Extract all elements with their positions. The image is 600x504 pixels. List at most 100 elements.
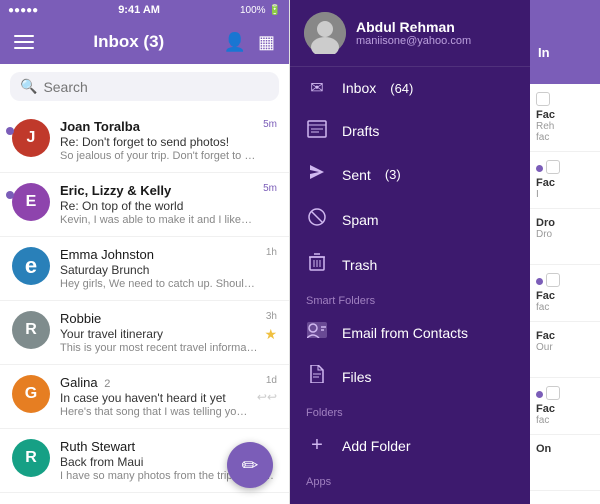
right-item-1[interactable]: Fac Reh fac bbox=[530, 84, 600, 152]
battery-label: 100% bbox=[240, 5, 266, 16]
right-item-name: Dro bbox=[536, 217, 594, 229]
drawer-item-label: Sent bbox=[342, 167, 371, 183]
email-subject: Re: Don't forget to send photos! bbox=[60, 135, 257, 149]
email-preview: Here's that song that I was telling you … bbox=[60, 406, 251, 418]
email-sender: Galina 2 bbox=[60, 375, 251, 390]
right-item-name: Fac bbox=[536, 403, 594, 415]
drawer-item-add-folder[interactable]: + Add Folder bbox=[290, 423, 530, 468]
drawer-item-count: (64) bbox=[390, 81, 413, 96]
inbox-title: Inbox (3) bbox=[93, 32, 164, 52]
email-content: Joan Toralba Re: Don't forget to send ph… bbox=[60, 119, 257, 162]
files-icon bbox=[306, 365, 328, 388]
status-time: 9:41 AM bbox=[118, 4, 160, 16]
drawer-item-count: (3) bbox=[385, 167, 401, 182]
email-item-4[interactable]: R Robbie Your travel itinerary This is y… bbox=[0, 301, 289, 365]
right-item-7[interactable]: On bbox=[530, 435, 600, 491]
email-item-2[interactable]: E Eric, Lizzy & Kelly Re: On top of the … bbox=[0, 173, 289, 237]
email-meta: 1h bbox=[266, 247, 277, 258]
spam-icon bbox=[306, 208, 328, 231]
trash-icon bbox=[306, 253, 328, 276]
edit-icon[interactable]: ▦ bbox=[258, 32, 275, 53]
drawer-item-label: Trash bbox=[342, 257, 377, 273]
drawer-item-messenger[interactable]: 😊 Messenger bbox=[290, 492, 530, 504]
battery-icon: 🔋 bbox=[269, 5, 281, 16]
right-item-4[interactable]: Fac fac bbox=[530, 265, 600, 322]
right-item-name: Fac bbox=[536, 109, 594, 121]
right-item-name: Fac bbox=[536, 177, 594, 189]
menu-button[interactable] bbox=[14, 35, 34, 49]
unread-dot bbox=[6, 127, 14, 135]
unread-dot bbox=[536, 391, 543, 398]
drawer-item-drafts[interactable]: Drafts bbox=[290, 109, 530, 152]
avatar-image bbox=[304, 12, 346, 54]
email-item-1[interactable]: J Joan Toralba Re: Don't forget to send … bbox=[0, 109, 289, 173]
drawer-item-inbox[interactable]: ✉ Inbox (64) bbox=[290, 67, 530, 109]
email-meta: 3h ★ bbox=[264, 311, 277, 343]
inbox-header: Inbox (3) 👤 ▦ bbox=[0, 20, 289, 64]
right-item-name: Fac bbox=[536, 330, 594, 342]
drawer-item-label: Spam bbox=[342, 212, 379, 228]
compose-button[interactable]: ✏ bbox=[227, 442, 273, 488]
drawer-item-label: Files bbox=[342, 369, 372, 385]
compose-icon: ✏ bbox=[242, 453, 259, 478]
email-content: Robbie Your travel itinerary This is you… bbox=[60, 311, 258, 354]
unread-dot bbox=[536, 278, 543, 285]
drawer-user-name: Abdul Rehman bbox=[356, 19, 471, 35]
drawer-header: Abdul Rehman maniisone@yahoo.com bbox=[290, 0, 530, 67]
email-sender: Joan Toralba bbox=[60, 119, 257, 134]
right-header: In bbox=[530, 20, 600, 84]
right-checkbox[interactable] bbox=[546, 160, 560, 174]
sent-icon bbox=[306, 163, 328, 186]
right-checkbox[interactable] bbox=[546, 273, 560, 287]
right-checkbox[interactable] bbox=[546, 386, 560, 400]
email-content: Eric, Lizzy & Kelly Re: On top of the wo… bbox=[60, 183, 257, 226]
right-item-2[interactable]: Fac I bbox=[530, 152, 600, 209]
right-status-bar bbox=[530, 0, 600, 20]
drawer-user-email: maniisone@yahoo.com bbox=[356, 35, 471, 47]
email-item-5[interactable]: G Galina 2 In case you haven't heard it … bbox=[0, 365, 289, 429]
email-time: 5m bbox=[263, 183, 277, 194]
drawer-item-email-from-contacts[interactable]: Email from Contacts bbox=[290, 311, 530, 354]
right-item-6[interactable]: Fac fac bbox=[530, 378, 600, 435]
email-subject: Saturday Brunch bbox=[60, 263, 260, 277]
email-time: 3h bbox=[266, 311, 277, 322]
email-content: Emma Johnston Saturday Brunch Hey girls,… bbox=[60, 247, 260, 290]
drawer-item-trash[interactable]: Trash bbox=[290, 242, 530, 287]
drawer-item-spam[interactable]: Spam bbox=[290, 197, 530, 242]
account-icon[interactable]: 👤 bbox=[224, 32, 246, 53]
right-item-3[interactable]: Dro Dro bbox=[530, 209, 600, 265]
right-item-preview: fac bbox=[536, 302, 594, 313]
email-time: 1d bbox=[266, 375, 277, 386]
drawer-panel: Abdul Rehman maniisone@yahoo.com ✉ Inbox… bbox=[290, 0, 530, 504]
search-bar: 🔍 bbox=[10, 72, 279, 101]
email-time: 1h bbox=[266, 247, 277, 258]
unread-dot bbox=[6, 191, 14, 199]
email-meta: 1d ↩↩ bbox=[257, 375, 277, 404]
drawer-item-sent[interactable]: Sent (3) bbox=[290, 152, 530, 197]
avatar: e bbox=[12, 247, 50, 285]
email-subject: Re: On top of the world bbox=[60, 199, 257, 213]
email-subject: In case you haven't heard it yet bbox=[60, 391, 251, 405]
reply-icon: ↩↩ bbox=[257, 390, 277, 404]
drawer-item-label: Email from Contacts bbox=[342, 325, 468, 341]
drawer-item-files[interactable]: Files bbox=[290, 354, 530, 399]
search-input[interactable] bbox=[43, 79, 269, 95]
header-icons: 👤 ▦ bbox=[224, 32, 275, 53]
inbox-icon: ✉ bbox=[306, 78, 328, 98]
right-header-text: In bbox=[538, 45, 550, 60]
email-subject: Your travel itinerary bbox=[60, 327, 258, 341]
email-sender: Robbie bbox=[60, 311, 258, 326]
email-item-3[interactable]: e Emma Johnston Saturday Brunch Hey girl… bbox=[0, 237, 289, 301]
email-preview: So jealous of your trip. Don't forget to… bbox=[60, 150, 257, 162]
right-item-preview: fac bbox=[536, 415, 594, 426]
email-content: Galina 2 In case you haven't heard it ye… bbox=[60, 375, 251, 418]
right-panel: In Fac Reh fac Fac I Dro Dro Fac fac Fac… bbox=[530, 0, 600, 504]
right-item-5[interactable]: Fac Our bbox=[530, 322, 600, 378]
drawer-item-label: Drafts bbox=[342, 123, 379, 139]
signal-dots: ●●●●● bbox=[8, 5, 38, 16]
avatar: R bbox=[12, 439, 50, 477]
right-item-preview2: fac bbox=[536, 132, 594, 143]
right-item-name: Fac bbox=[536, 290, 594, 302]
right-checkbox[interactable] bbox=[536, 92, 550, 106]
apps-label: Apps bbox=[290, 468, 530, 492]
